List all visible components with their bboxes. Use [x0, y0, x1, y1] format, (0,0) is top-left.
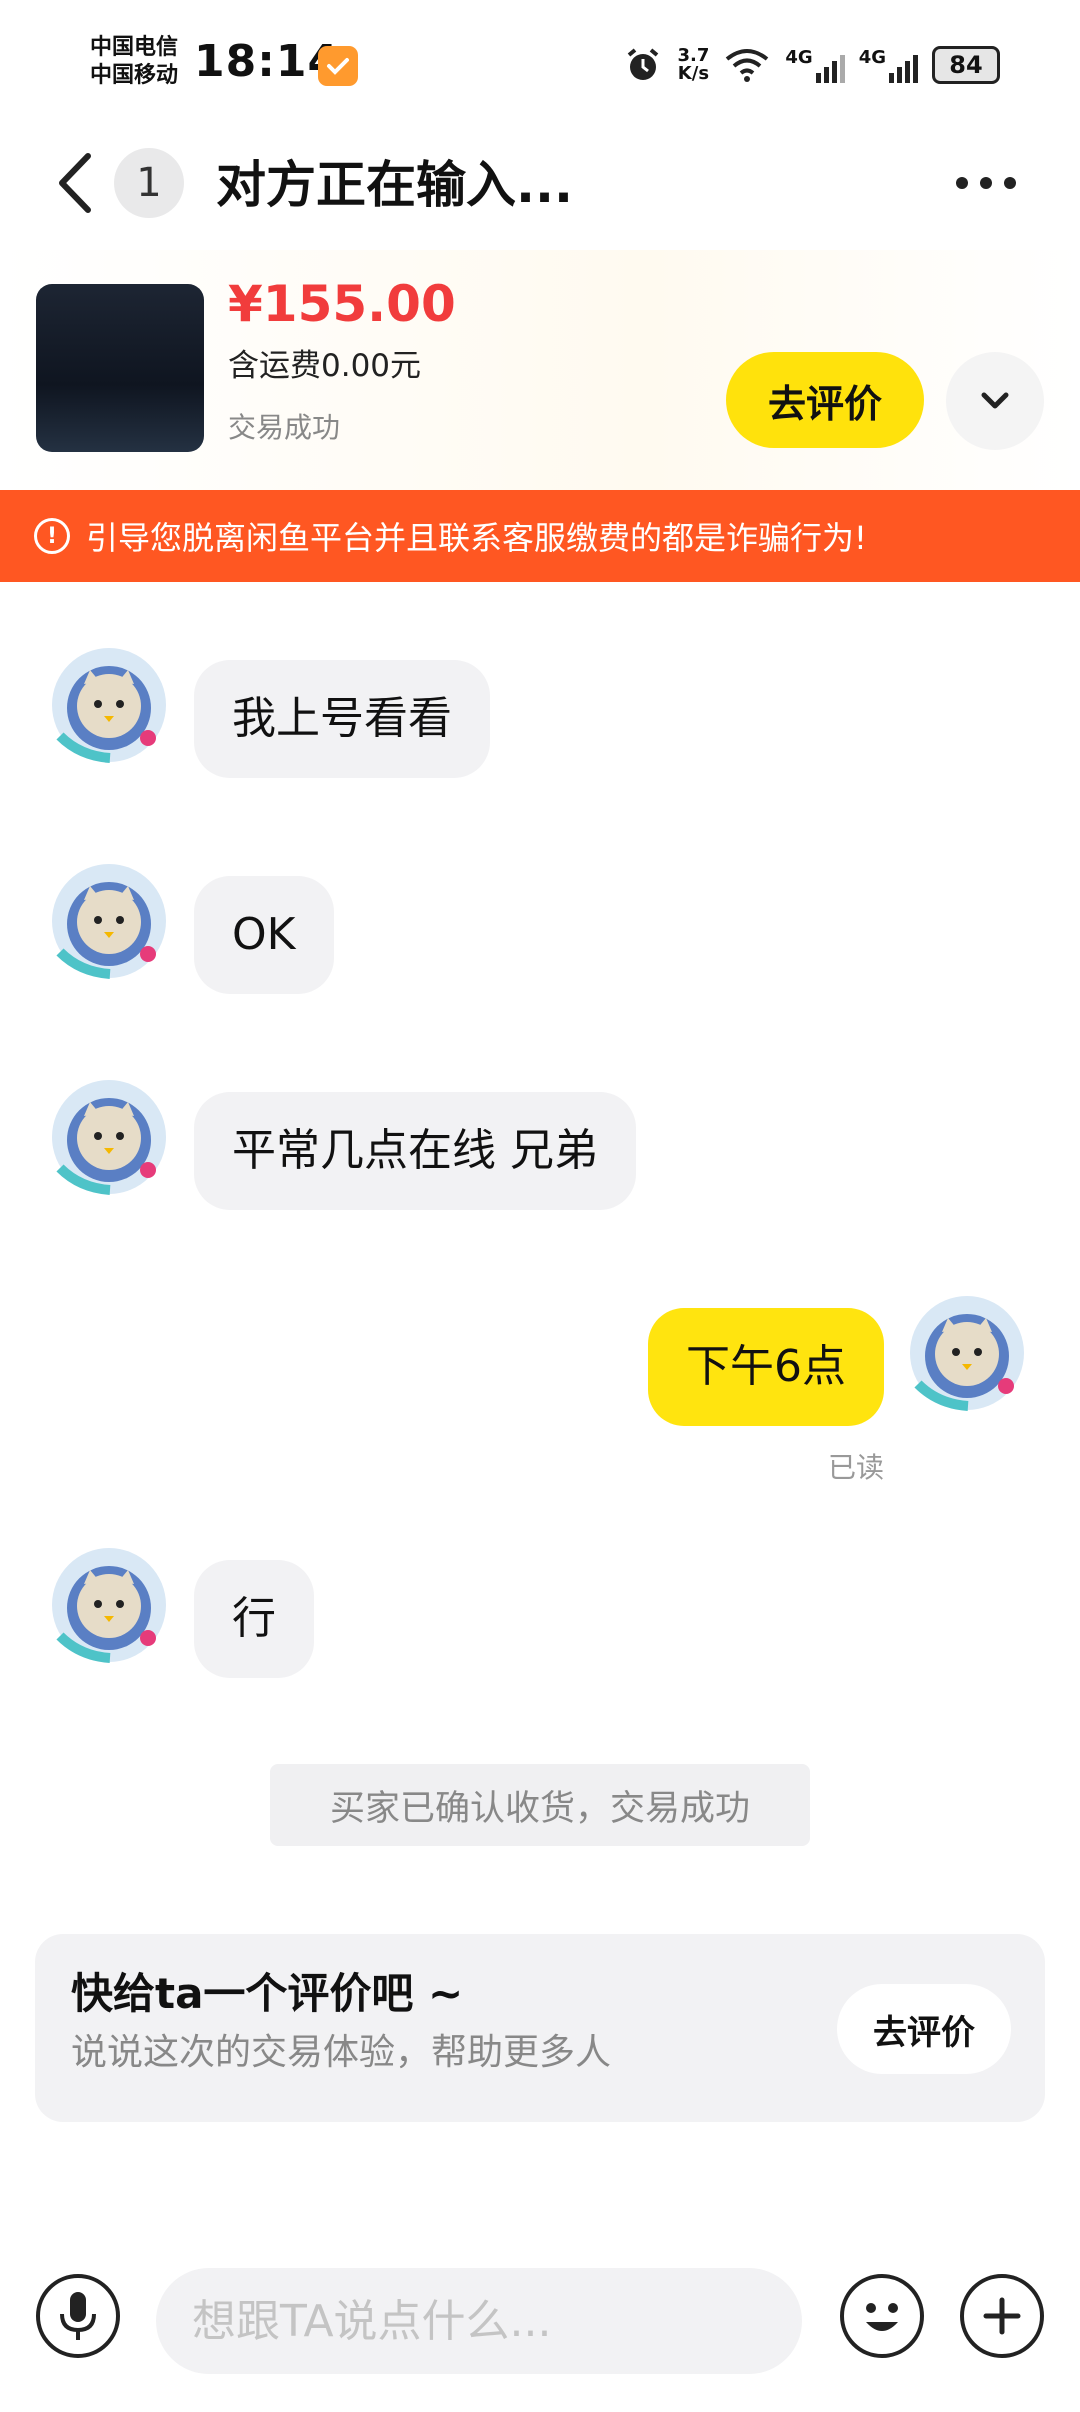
- shipping-fee: 含运费0.00元: [228, 348, 422, 384]
- trade-status: 交易成功: [228, 411, 341, 444]
- cat-avatar-icon: [52, 1548, 166, 1663]
- read-receipt: 已读: [827, 1451, 884, 1484]
- product-price: ¥155.00: [228, 275, 456, 333]
- dot-icon: [956, 177, 968, 189]
- chevron-down-icon: [981, 392, 1009, 409]
- plus-icon: [983, 2297, 1021, 2335]
- carrier-2: 中国移动: [90, 63, 179, 88]
- warning-icon: !: [34, 518, 70, 554]
- my-avatar[interactable]: [908, 1294, 1026, 1416]
- rate-button[interactable]: 去评价: [726, 352, 924, 448]
- product-thumbnail[interactable]: [36, 284, 204, 452]
- review-subtitle: 说说这次的交易体验，帮助更多人: [71, 2032, 612, 2073]
- review-button[interactable]: 去评价: [837, 1984, 1011, 2074]
- fraud-warning-banner: ! 引导您脱离闲鱼平台并且联系客服缴费的都是诈骗行为!: [0, 490, 1080, 582]
- back-button[interactable]: [52, 148, 96, 218]
- my-message-bubble[interactable]: 下午6点: [648, 1308, 884, 1426]
- avatar[interactable]: [50, 862, 168, 984]
- unread-count-badge[interactable]: 1: [114, 148, 184, 218]
- review-title: 快给ta一个评价吧 ~: [71, 1969, 464, 2018]
- message-bubble[interactable]: 我上号看看: [194, 660, 490, 778]
- signal-2: 4G: [859, 47, 918, 83]
- carrier-1: 中国电信: [90, 35, 179, 60]
- signal-2-label: 4G: [858, 47, 886, 68]
- message-bubble[interactable]: 行: [194, 1560, 314, 1678]
- net-speed-unit: K/s: [677, 63, 710, 84]
- avatar[interactable]: [50, 646, 168, 768]
- carrier-labels: 中国电信 中国移动: [90, 34, 178, 90]
- voice-button[interactable]: [36, 2274, 120, 2358]
- system-notice: 买家已确认收货，交易成功: [270, 1764, 810, 1846]
- chat-title: 对方正在输入...: [216, 156, 573, 214]
- message-bubble[interactable]: 平常几点在线 兄弟: [194, 1092, 636, 1210]
- more-options-button[interactable]: [956, 165, 1026, 201]
- review-prompt-card: 快给ta一个评价吧 ~ 说说这次的交易体验，帮助更多人 去评价: [35, 1934, 1045, 2122]
- cat-avatar-icon: [52, 1080, 166, 1195]
- expand-button[interactable]: [946, 352, 1044, 450]
- microphone-icon: [60, 2292, 96, 2340]
- status-bar: 中国电信 中国移动 18:14 3.7 K/s 4G 4G 84: [0, 0, 1080, 130]
- avatar[interactable]: [50, 1546, 168, 1668]
- emoji-icon: [866, 2303, 898, 2331]
- message-bubble[interactable]: OK: [194, 876, 334, 994]
- warning-text: 引导您脱离闲鱼平台并且联系客服缴费的都是诈骗行为!: [86, 519, 867, 557]
- alarm-icon: [628, 48, 659, 80]
- wifi-icon: [726, 49, 769, 82]
- battery-icon: 84: [932, 46, 1000, 84]
- battery-level: 84: [949, 51, 983, 79]
- net-speed: 3.7 K/s: [677, 47, 709, 83]
- app-notification-icon: [318, 46, 358, 86]
- status-icons: 3.7 K/s 4G 4G 84: [623, 40, 1000, 90]
- cat-avatar-icon: [52, 864, 166, 979]
- avatar[interactable]: [50, 1078, 168, 1200]
- cat-avatar-icon: [52, 648, 166, 763]
- signal-1-label: 4G: [785, 47, 813, 68]
- message-input[interactable]: [156, 2268, 802, 2374]
- add-button[interactable]: [960, 2274, 1044, 2358]
- dot-icon: [980, 177, 992, 189]
- signal-1: 4G: [785, 47, 845, 83]
- emoji-button[interactable]: [840, 2274, 924, 2358]
- cat-avatar-icon: [910, 1296, 1024, 1411]
- dot-icon: [1004, 177, 1016, 189]
- chevron-left-icon: [59, 153, 91, 213]
